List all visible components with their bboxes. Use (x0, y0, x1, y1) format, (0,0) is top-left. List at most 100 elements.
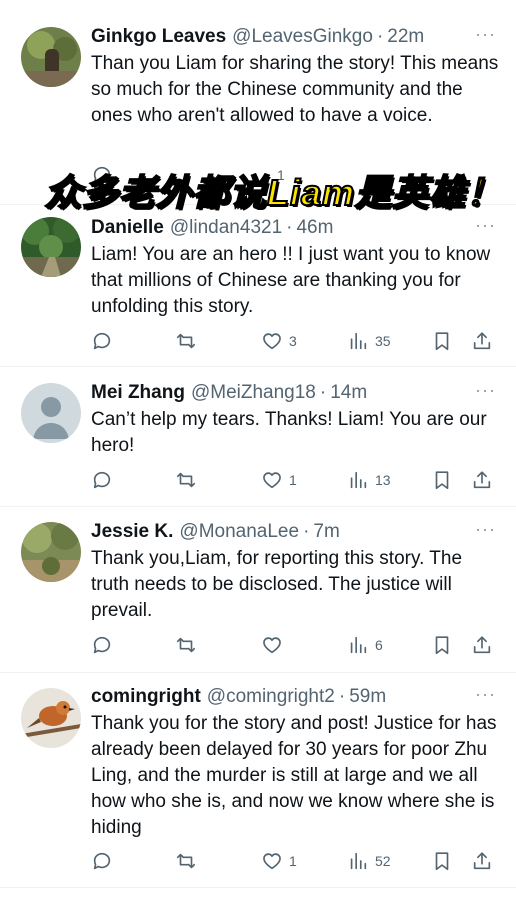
tweet-text: Thank you for the story and post! Justic… (91, 713, 497, 838)
tweet[interactable]: Danielle @lindan4321 · 46m ··· Liam! You… (0, 205, 516, 367)
retweet-button[interactable] (175, 633, 197, 657)
separator-dot: · (338, 686, 346, 707)
views-chart-icon (350, 636, 367, 654)
tweet-actions: 6 (91, 633, 501, 657)
like-button[interactable] (261, 633, 289, 657)
timestamp[interactable]: 22m (387, 26, 424, 48)
reply-button[interactable] (91, 633, 113, 657)
reply-button[interactable] (91, 329, 113, 353)
more-options-icon[interactable]: ··· (475, 215, 496, 235)
timestamp[interactable]: 7m (313, 521, 339, 543)
retweet-button[interactable] (175, 329, 197, 353)
share-icon (473, 636, 491, 654)
bookmark-button[interactable] (431, 849, 453, 873)
more-options-icon[interactable]: ··· (475, 519, 496, 539)
views-chart-icon (350, 471, 367, 489)
author-handle[interactable]: @lindan4321 (170, 217, 282, 239)
retweet-icon (176, 333, 196, 349)
tweet-text: Liam! You are an hero !! I just want you… (91, 244, 491, 317)
like-count: 1 (289, 853, 297, 869)
tweet-text: Thank you,Liam, for reporting this story… (91, 548, 463, 621)
author-handle[interactable]: @MonanaLee (179, 521, 299, 543)
tweet-actions: 1 13 (91, 468, 501, 492)
tweet[interactable]: Mei Zhang @MeiZhang18 · 14m ··· Can’t he… (0, 367, 516, 507)
tweet[interactable]: Jessie K. @MonanaLee · 7m ··· Thank you,… (0, 507, 516, 673)
share-button[interactable] (471, 329, 493, 353)
share-icon (473, 471, 491, 489)
avatar[interactable] (21, 522, 81, 582)
heart-icon (263, 853, 281, 870)
tweet[interactable]: comingright @comingright2 · 59m ··· Than… (0, 673, 516, 888)
overlay-caption: 众多老外都说Liam是英雄！ (44, 171, 504, 214)
reply-button[interactable] (91, 849, 113, 873)
views-button[interactable]: 52 (347, 849, 391, 873)
share-button[interactable] (471, 849, 493, 873)
tweet-text: Can’t help my tears. Thanks! Liam! You a… (91, 409, 487, 456)
bookmark-icon (435, 852, 449, 871)
bookmark-icon (435, 636, 449, 655)
author-handle[interactable]: @MeiZhang18 (191, 382, 316, 404)
timestamp[interactable]: 46m (296, 217, 333, 239)
tweet-text: Than you Liam for sharing the story! Thi… (91, 53, 499, 126)
more-options-icon[interactable]: ··· (475, 24, 496, 44)
author-name[interactable]: Jessie K. (91, 521, 173, 543)
author-handle[interactable]: @comingright2 (207, 686, 335, 708)
view-count: 6 (375, 637, 383, 653)
retweet-button[interactable] (175, 468, 197, 492)
bookmark-button[interactable] (431, 329, 453, 353)
separator-dot: · (376, 26, 384, 47)
heart-icon (263, 637, 281, 654)
avatar[interactable] (21, 383, 81, 443)
timestamp[interactable]: 59m (349, 686, 386, 708)
bookmark-button[interactable] (431, 468, 453, 492)
tweet-actions: 1 52 (91, 849, 501, 873)
retweet-icon (176, 472, 196, 488)
views-button[interactable]: 6 (347, 633, 383, 657)
separator-dot: · (303, 521, 310, 542)
retweet-icon (176, 637, 196, 653)
forest-avatar-image (21, 217, 81, 277)
view-count: 13 (375, 472, 391, 488)
more-options-icon[interactable]: ··· (475, 684, 496, 704)
ginkgo-avatar-image (21, 27, 81, 87)
separator-dot: · (286, 217, 293, 238)
share-button[interactable] (471, 468, 493, 492)
separator-dot: · (319, 382, 327, 403)
bookmark-button[interactable] (431, 633, 453, 657)
views-button[interactable]: 13 (347, 468, 391, 492)
more-options-icon[interactable]: ··· (475, 380, 496, 400)
reply-icon (93, 332, 111, 350)
views-chart-icon (350, 332, 367, 350)
author-name[interactable]: Danielle (91, 217, 164, 239)
garden-avatar-image (21, 522, 81, 582)
like-count: 1 (289, 472, 297, 488)
like-button[interactable]: 3 (261, 329, 297, 353)
reply-icon (93, 471, 111, 489)
reply-icon (93, 636, 111, 654)
view-count: 35 (375, 333, 391, 349)
author-handle[interactable]: @LeavesGinkgo (232, 26, 373, 48)
bird-avatar-image (21, 688, 81, 748)
like-button[interactable]: 1 (261, 849, 297, 873)
views-button[interactable]: 35 (347, 329, 391, 353)
author-name[interactable]: Mei Zhang (91, 382, 185, 404)
avatar[interactable] (21, 27, 81, 87)
reply-icon (93, 852, 111, 870)
heart-icon (263, 333, 281, 350)
retweet-button[interactable] (175, 849, 197, 873)
bookmark-icon (435, 332, 449, 351)
bookmark-icon (435, 471, 449, 490)
author-name[interactable]: comingright (91, 686, 201, 708)
retweet-icon (176, 853, 196, 869)
timestamp[interactable]: 14m (330, 382, 367, 404)
like-count: 3 (289, 333, 297, 349)
heart-icon (263, 472, 281, 489)
author-name[interactable]: Ginkgo Leaves (91, 26, 226, 48)
avatar[interactable] (21, 688, 81, 748)
reply-button[interactable] (91, 468, 113, 492)
share-button[interactable] (471, 633, 493, 657)
like-button[interactable]: 1 (261, 468, 297, 492)
avatar[interactable] (21, 217, 81, 277)
view-count: 52 (375, 853, 391, 869)
share-icon (473, 332, 491, 350)
